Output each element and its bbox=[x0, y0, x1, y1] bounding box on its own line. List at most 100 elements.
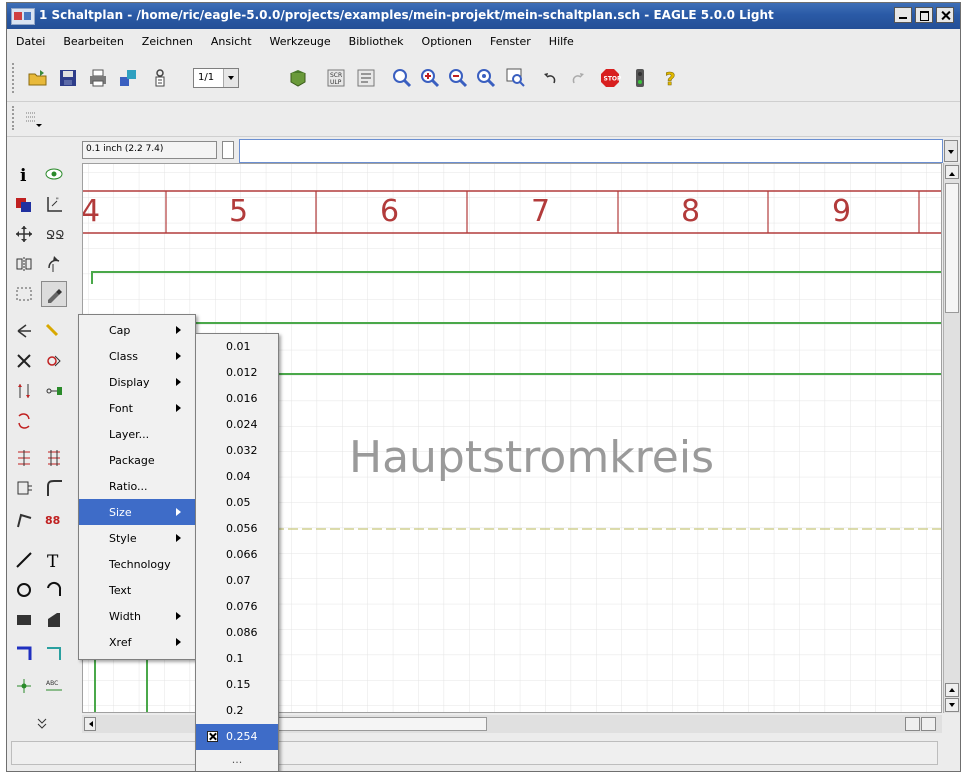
more-tools-icon[interactable] bbox=[31, 712, 53, 734]
context-menu-item-width[interactable]: Width bbox=[79, 603, 195, 629]
context-menu-item-package[interactable]: Package bbox=[79, 447, 195, 473]
text-tool-icon[interactable]: T bbox=[43, 549, 65, 571]
grid-options-icon[interactable] bbox=[23, 108, 45, 130]
size-option-0-016[interactable]: 0.016 bbox=[196, 386, 278, 412]
junction-icon[interactable] bbox=[13, 675, 35, 697]
chevron-down-icon[interactable] bbox=[223, 69, 238, 87]
zoom-fit-icon[interactable] bbox=[391, 67, 413, 89]
split-icon[interactable] bbox=[13, 447, 35, 469]
run-script-icon[interactable] bbox=[355, 67, 377, 89]
menu-werkzeuge[interactable]: Werkzeuge bbox=[261, 35, 340, 48]
context-menu-item-text[interactable]: Text bbox=[79, 577, 195, 603]
menu-zeichnen[interactable]: Zeichnen bbox=[133, 35, 202, 48]
context-menu-item-size[interactable]: Size bbox=[79, 499, 195, 525]
help-icon[interactable]: ? bbox=[659, 67, 681, 91]
replace-icon[interactable] bbox=[13, 410, 35, 432]
redo-icon[interactable] bbox=[567, 67, 589, 89]
open-icon[interactable] bbox=[27, 67, 49, 89]
context-menu-item-technology[interactable]: Technology bbox=[79, 551, 195, 577]
cam-processor-icon[interactable] bbox=[117, 67, 139, 89]
invoke-icon[interactable] bbox=[43, 447, 65, 469]
size-option-0-01[interactable]: 0.01 bbox=[196, 334, 278, 360]
bus-icon[interactable] bbox=[13, 642, 35, 664]
info-icon[interactable]: i bbox=[13, 163, 35, 185]
context-menu-item-font[interactable]: Font bbox=[79, 395, 195, 421]
print-icon[interactable] bbox=[87, 67, 109, 89]
script-icon[interactable] bbox=[287, 67, 309, 89]
undo-icon[interactable] bbox=[539, 67, 561, 89]
size-option-0-076[interactable]: 0.076 bbox=[196, 594, 278, 620]
size-option-0-032[interactable]: 0.032 bbox=[196, 438, 278, 464]
size-option-0-04[interactable]: 0.04 bbox=[196, 464, 278, 490]
grid-select[interactable]: 1/1 bbox=[193, 68, 239, 88]
arc-icon[interactable] bbox=[43, 579, 65, 601]
size-option-0-086[interactable]: 0.086 bbox=[196, 620, 278, 646]
context-menu-item-ratio[interactable]: Ratio... bbox=[79, 473, 195, 499]
layer-color-box[interactable] bbox=[222, 141, 234, 159]
toolbar-handle[interactable] bbox=[12, 63, 18, 93]
scroll-left-icon[interactable] bbox=[84, 717, 96, 731]
context-menu-item-layer[interactable]: Layer... bbox=[79, 421, 195, 447]
command-line-input[interactable] bbox=[239, 139, 943, 163]
app-icon[interactable] bbox=[11, 8, 35, 25]
menu-hilfe[interactable]: Hilfe bbox=[540, 35, 583, 48]
size-option-0-066[interactable]: 0.066 bbox=[196, 542, 278, 568]
miter-icon[interactable] bbox=[43, 477, 65, 499]
gateswap-icon[interactable] bbox=[43, 380, 65, 402]
horizontal-scroll-thumb[interactable] bbox=[272, 717, 487, 731]
size-option-0-056[interactable]: 0.056 bbox=[196, 516, 278, 542]
pinswap-icon[interactable] bbox=[13, 380, 35, 402]
go-icon[interactable] bbox=[629, 67, 651, 89]
command-history-dropdown[interactable] bbox=[944, 140, 958, 162]
menu-datei[interactable]: Datei bbox=[7, 35, 54, 48]
menu-bibliothek[interactable]: Bibliothek bbox=[340, 35, 413, 48]
label-icon[interactable]: ABC bbox=[43, 675, 65, 697]
show-eye-icon[interactable] bbox=[43, 163, 65, 185]
circle-icon[interactable] bbox=[13, 579, 35, 601]
size-option-0-07[interactable]: 0.07 bbox=[196, 568, 278, 594]
add-icon[interactable] bbox=[43, 350, 65, 372]
close-button[interactable] bbox=[936, 7, 954, 23]
context-menu-item-display[interactable]: Display bbox=[79, 369, 195, 395]
toolbar-handle[interactable] bbox=[12, 106, 18, 130]
display-layers-icon[interactable] bbox=[13, 193, 35, 215]
name-icon[interactable] bbox=[13, 477, 35, 499]
cut-icon[interactable] bbox=[13, 320, 35, 342]
menu-ansicht[interactable]: Ansicht bbox=[202, 35, 261, 48]
rotate-icon[interactable] bbox=[43, 253, 65, 275]
redraw-icon[interactable] bbox=[475, 67, 497, 89]
size-submenu-more[interactable]: ... bbox=[196, 749, 278, 771]
mirror-icon[interactable] bbox=[13, 253, 35, 275]
scroll-up-icon[interactable] bbox=[945, 165, 959, 179]
paste-icon[interactable] bbox=[43, 320, 65, 342]
menu-fenster[interactable]: Fenster bbox=[481, 35, 540, 48]
maximize-button[interactable] bbox=[915, 7, 933, 23]
scroll-right-icon[interactable] bbox=[921, 717, 936, 731]
context-menu-item-class[interactable]: Class bbox=[79, 343, 195, 369]
minimize-button[interactable] bbox=[894, 7, 912, 23]
size-option-0-15[interactable]: 0.15 bbox=[196, 672, 278, 698]
run-ulp-icon[interactable]: SCR ULP bbox=[325, 67, 347, 89]
rectangle-icon[interactable] bbox=[13, 609, 35, 631]
use-library-icon[interactable] bbox=[149, 67, 171, 89]
zoom-out-icon[interactable] bbox=[447, 67, 469, 89]
polygon-icon[interactable] bbox=[43, 609, 65, 631]
schematic-text-label[interactable]: Hauptstromkreis bbox=[349, 432, 714, 483]
size-option-0-05[interactable]: 0.05 bbox=[196, 490, 278, 516]
copy-icon[interactable]: ՋՋ bbox=[43, 223, 65, 245]
stop-icon[interactable]: STOP bbox=[599, 67, 622, 89]
vertical-scrollbar[interactable] bbox=[943, 163, 960, 713]
zoom-in-icon[interactable] bbox=[419, 67, 441, 89]
menu-bearbeiten[interactable]: Bearbeiten bbox=[54, 35, 132, 48]
context-menu-item-cap[interactable]: Cap bbox=[79, 317, 195, 343]
scroll-left-icon[interactable] bbox=[905, 717, 920, 731]
wire-icon[interactable] bbox=[13, 549, 35, 571]
smash-icon[interactable] bbox=[13, 509, 35, 531]
move-icon[interactable] bbox=[13, 223, 35, 245]
save-icon[interactable] bbox=[57, 67, 79, 89]
context-menu-item-xref[interactable]: Xref bbox=[79, 629, 195, 655]
scroll-down-icon[interactable] bbox=[945, 698, 959, 712]
size-option-0-2[interactable]: 0.2 bbox=[196, 698, 278, 724]
size-option-0-012[interactable]: 0.012 bbox=[196, 360, 278, 386]
erc-icon[interactable]: 88 bbox=[43, 509, 65, 531]
